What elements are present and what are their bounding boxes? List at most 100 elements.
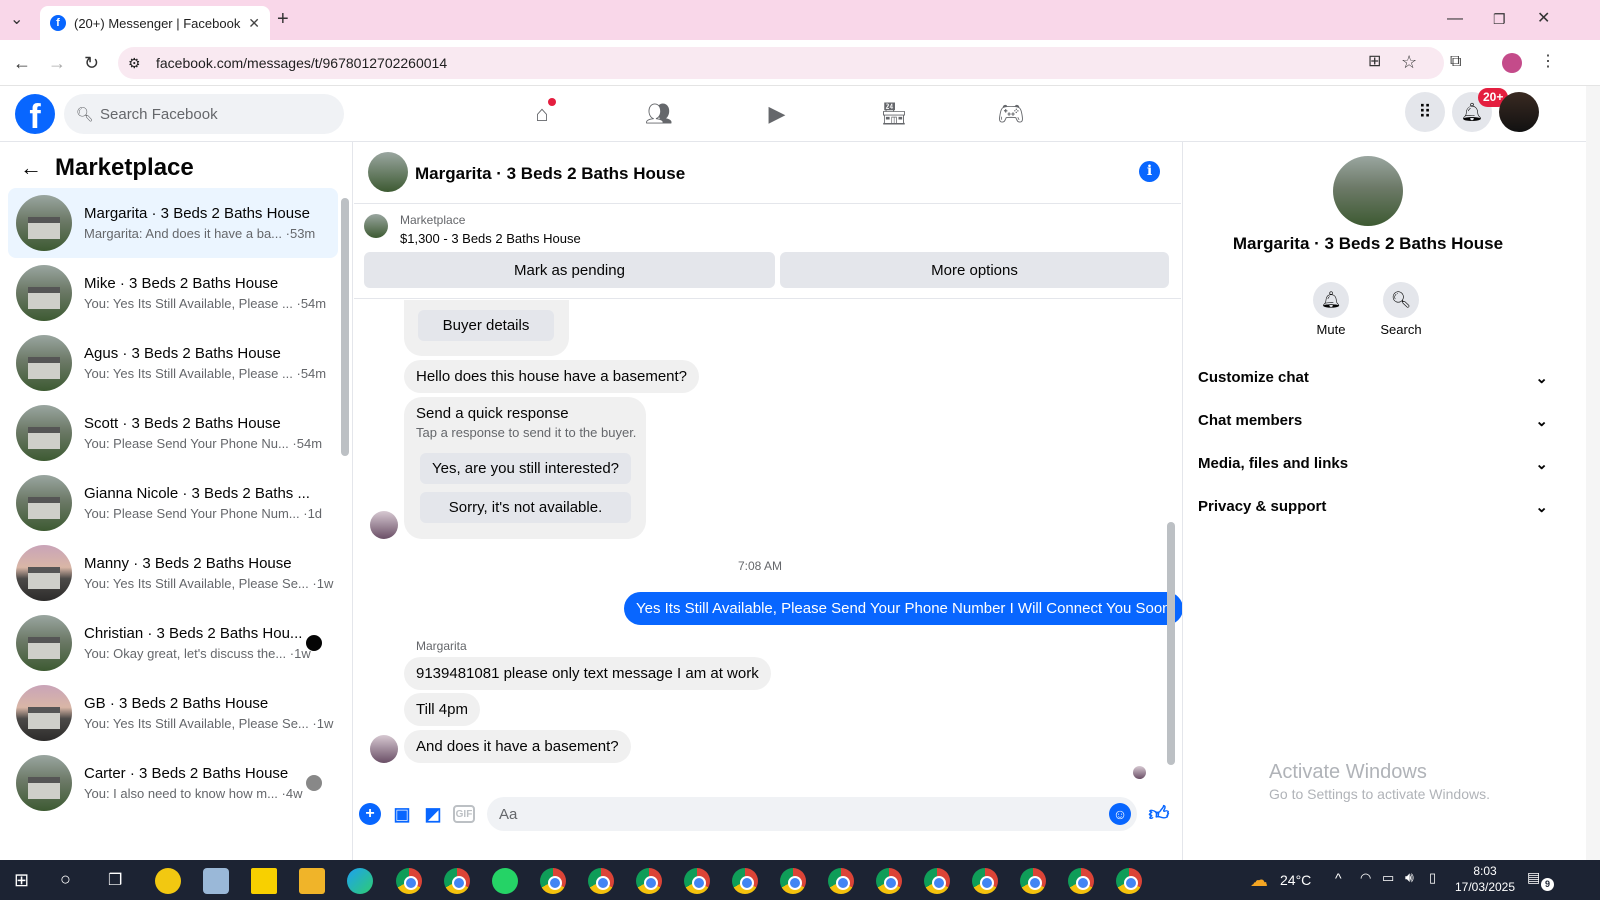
conversation-item[interactable]: Christian · 3 Beds 2 Baths Hou... You: Ok… — [8, 608, 338, 678]
edge-icon[interactable] — [347, 868, 373, 894]
search-input[interactable]: 🔍︎ Search Facebook — [64, 94, 344, 134]
conversation-snippet: You: Please Send Your Phone Nu... ·54m — [84, 436, 323, 451]
bookmark-star-icon[interactable]: ☆ — [1401, 53, 1417, 71]
new-tab-icon[interactable]: + — [277, 9, 289, 29]
device-icon[interactable]: ▯ — [1429, 870, 1436, 886]
clock-time: 8:03 — [1473, 864, 1497, 878]
chrome-icon[interactable] — [1068, 868, 1094, 894]
chrome-icon[interactable] — [684, 868, 710, 894]
quick-reply-yes-button[interactable]: Yes, are you still interested? — [420, 453, 631, 484]
close-window-icon[interactable]: ✕ — [1537, 11, 1550, 27]
chrome-icon[interactable] — [1020, 868, 1046, 894]
chrome-icon[interactable] — [732, 868, 758, 894]
facebook-favicon-icon: f — [50, 15, 66, 31]
menu-grid-icon[interactable]: ⠿ — [1405, 92, 1445, 132]
info-icon[interactable]: i — [1139, 161, 1160, 182]
extensions-icon[interactable]: ⧉ — [1450, 54, 1461, 70]
close-tab-icon[interactable]: ✕ — [248, 15, 260, 32]
whatsapp-icon[interactable] — [492, 868, 518, 894]
read-receipt-avatar — [306, 775, 322, 791]
chrome-icon[interactable] — [588, 868, 614, 894]
conversation-item[interactable]: Mike · 3 Beds 2 Baths House You: Yes Its … — [8, 258, 338, 328]
conversation-item[interactable]: GB · 3 Beds 2 Baths House You: Yes Its St… — [8, 678, 338, 748]
message-input[interactable]: Aa — [487, 797, 1137, 831]
like-thumb-icon[interactable]: 👍︎ — [1148, 803, 1170, 825]
tab-search-icon[interactable]: ⌄ — [10, 12, 23, 28]
conversation-item[interactable]: Margarita · 3 Beds 2 Baths House Margarit… — [8, 188, 338, 258]
more-options-button[interactable]: More options — [780, 252, 1169, 288]
media-files-links-section[interactable]: Media, files and links ⌄ — [1198, 455, 1548, 473]
tray-chevron-icon[interactable]: ^ — [1335, 870, 1342, 886]
install-app-icon[interactable]: ⊞ — [1368, 54, 1381, 70]
restore-icon[interactable]: ❐ — [1493, 11, 1506, 27]
sticky-notes-icon[interactable] — [251, 868, 277, 894]
search-icon[interactable]: 🔍︎ — [1383, 282, 1419, 318]
chat-scrollbar[interactable] — [1167, 522, 1175, 765]
url-bar[interactable]: ⚙ facebook.com/messages/t/96780127022600… — [118, 47, 1444, 79]
conversation-item[interactable]: Agus · 3 Beds 2 Baths House You: Yes Its … — [8, 328, 338, 398]
windows-start-icon[interactable]: ⊞ — [14, 870, 29, 891]
chat-avatar[interactable] — [368, 152, 408, 192]
chrome-icon[interactable] — [1116, 868, 1142, 894]
forward-icon[interactable]: → — [48, 54, 66, 72]
attach-photo-icon[interactable]: ▣ — [391, 803, 413, 825]
chrome-icon[interactable] — [396, 868, 422, 894]
buyer-details-button[interactable]: Buyer details — [418, 310, 554, 341]
conversation-item[interactable]: Gianna Nicole · 3 Beds 2 Baths ... You: P… — [8, 468, 338, 538]
task-view-icon[interactable]: ❐ — [108, 870, 122, 890]
profile-avatar-icon[interactable] — [1502, 53, 1522, 73]
emoji-icon[interactable]: ☺ — [1109, 803, 1131, 825]
taskbar-search-icon[interactable]: ○ — [60, 869, 71, 890]
chat-title[interactable]: Margarita · 3 Beds 2 Baths House — [415, 164, 685, 184]
conversation-snippet: You: Yes Its Still Available, Please Se.… — [84, 576, 334, 591]
quick-reply-no-button[interactable]: Sorry, it's not available. — [420, 492, 631, 523]
facebook-logo-icon[interactable]: f — [15, 94, 55, 134]
chrome-icon[interactable] — [924, 868, 950, 894]
chrome-icon[interactable] — [876, 868, 902, 894]
file-explorer-icon[interactable] — [299, 868, 325, 894]
composer-placeholder: Aa — [499, 805, 518, 823]
minimize-icon[interactable]: — — [1447, 11, 1463, 27]
video-icon[interactable]: ▶ — [759, 98, 795, 130]
listing-price[interactable]: $1,300 - 3 Beds 2 Baths House — [400, 231, 581, 246]
gaming-icon[interactable]: 🎮︎ — [993, 98, 1029, 130]
volume-icon[interactable]: 🔊︎ — [1405, 869, 1414, 886]
conversation-name: Agus · 3 Beds 2 Baths House — [84, 345, 281, 362]
browser-tab[interactable]: f (20+) Messenger | Facebook ✕ — [40, 6, 270, 40]
weather-icon[interactable]: ☁ — [1250, 870, 1268, 891]
conversation-item[interactable]: Manny · 3 Beds 2 Baths House You: Yes Its… — [8, 538, 338, 608]
home-icon[interactable]: ⌂ — [524, 98, 560, 130]
account-avatar[interactable] — [1499, 92, 1539, 132]
clock-date: 17/03/2025 — [1454, 880, 1516, 894]
conversation-item[interactable]: Scott · 3 Beds 2 Baths House You: Please … — [8, 398, 338, 468]
reload-icon[interactable]: ↻ — [84, 54, 99, 72]
taskbar-app-icon[interactable] — [203, 868, 229, 894]
chrome-icon[interactable] — [636, 868, 662, 894]
chrome-icon[interactable] — [780, 868, 806, 894]
gif-icon[interactable]: GIF — [453, 805, 475, 823]
browser-menu-icon[interactable]: ⋮ — [1540, 54, 1556, 70]
sidebar-scrollbar[interactable] — [341, 198, 349, 456]
chrome-icon[interactable] — [444, 868, 470, 894]
chrome-icon[interactable] — [828, 868, 854, 894]
taskbar-app-icon[interactable] — [155, 868, 181, 894]
mark-pending-button[interactable]: Mark as pending — [364, 252, 775, 288]
battery-icon[interactable]: ▭ — [1382, 870, 1394, 886]
customize-chat-section[interactable]: Customize chat ⌄ — [1198, 369, 1548, 387]
back-icon[interactable]: ← — [13, 54, 31, 72]
back-arrow-icon[interactable]: ← — [20, 155, 42, 181]
add-icon[interactable]: + — [359, 803, 381, 825]
chat-members-section[interactable]: Chat members ⌄ — [1198, 412, 1548, 430]
friends-icon[interactable]: 👥︎ — [641, 98, 677, 130]
chrome-icon[interactable] — [540, 868, 566, 894]
notification-center-icon[interactable]: ▤ — [1527, 869, 1540, 886]
page-scrollbar[interactable] — [1586, 86, 1600, 860]
wifi-icon[interactable]: ◠ — [1360, 870, 1371, 886]
marketplace-icon[interactable]: 🏪︎ — [876, 98, 912, 130]
conversation-item[interactable]: Carter · 3 Beds 2 Baths House You: I also… — [8, 748, 338, 818]
site-info-icon[interactable]: ⚙ — [128, 55, 141, 72]
privacy-support-section[interactable]: Privacy & support ⌄ — [1198, 498, 1548, 516]
sticker-icon[interactable]: ◩ — [422, 803, 444, 825]
mute-bell-icon[interactable]: 🔔︎ — [1313, 282, 1349, 318]
chrome-icon[interactable] — [972, 868, 998, 894]
